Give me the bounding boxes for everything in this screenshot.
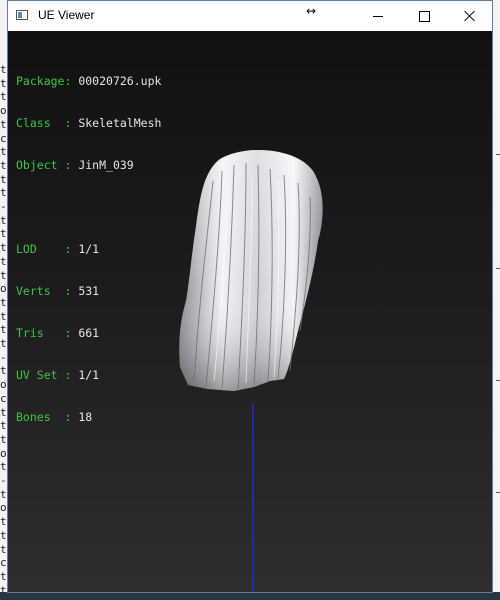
close-icon	[464, 10, 476, 22]
background-tick	[496, 380, 500, 381]
3d-viewport[interactable]: Package: 00020726.upk Class : SkeletalMe…	[8, 31, 492, 592]
hair-mesh-render[interactable]	[8, 31, 492, 592]
resize-cursor-icon: ↔	[306, 4, 317, 18]
title-bar[interactable]: UE Viewer ↔	[8, 1, 492, 31]
background-tick	[496, 492, 500, 493]
maximize-button[interactable]	[401, 1, 447, 31]
ue-viewer-window: UE Viewer ↔ Package: 00020726.upk Class …	[7, 0, 493, 593]
maximize-icon	[418, 10, 430, 22]
background-tick	[496, 154, 500, 155]
minimize-icon	[373, 15, 383, 17]
app-window-icon[interactable]	[16, 10, 28, 20]
background-window-right-strip	[492, 0, 500, 600]
window-title: UE Viewer	[38, 8, 95, 22]
background-tick	[496, 268, 500, 269]
close-button[interactable]	[447, 1, 493, 31]
minimize-button[interactable]	[355, 1, 401, 31]
taskbar-strip	[0, 592, 500, 600]
